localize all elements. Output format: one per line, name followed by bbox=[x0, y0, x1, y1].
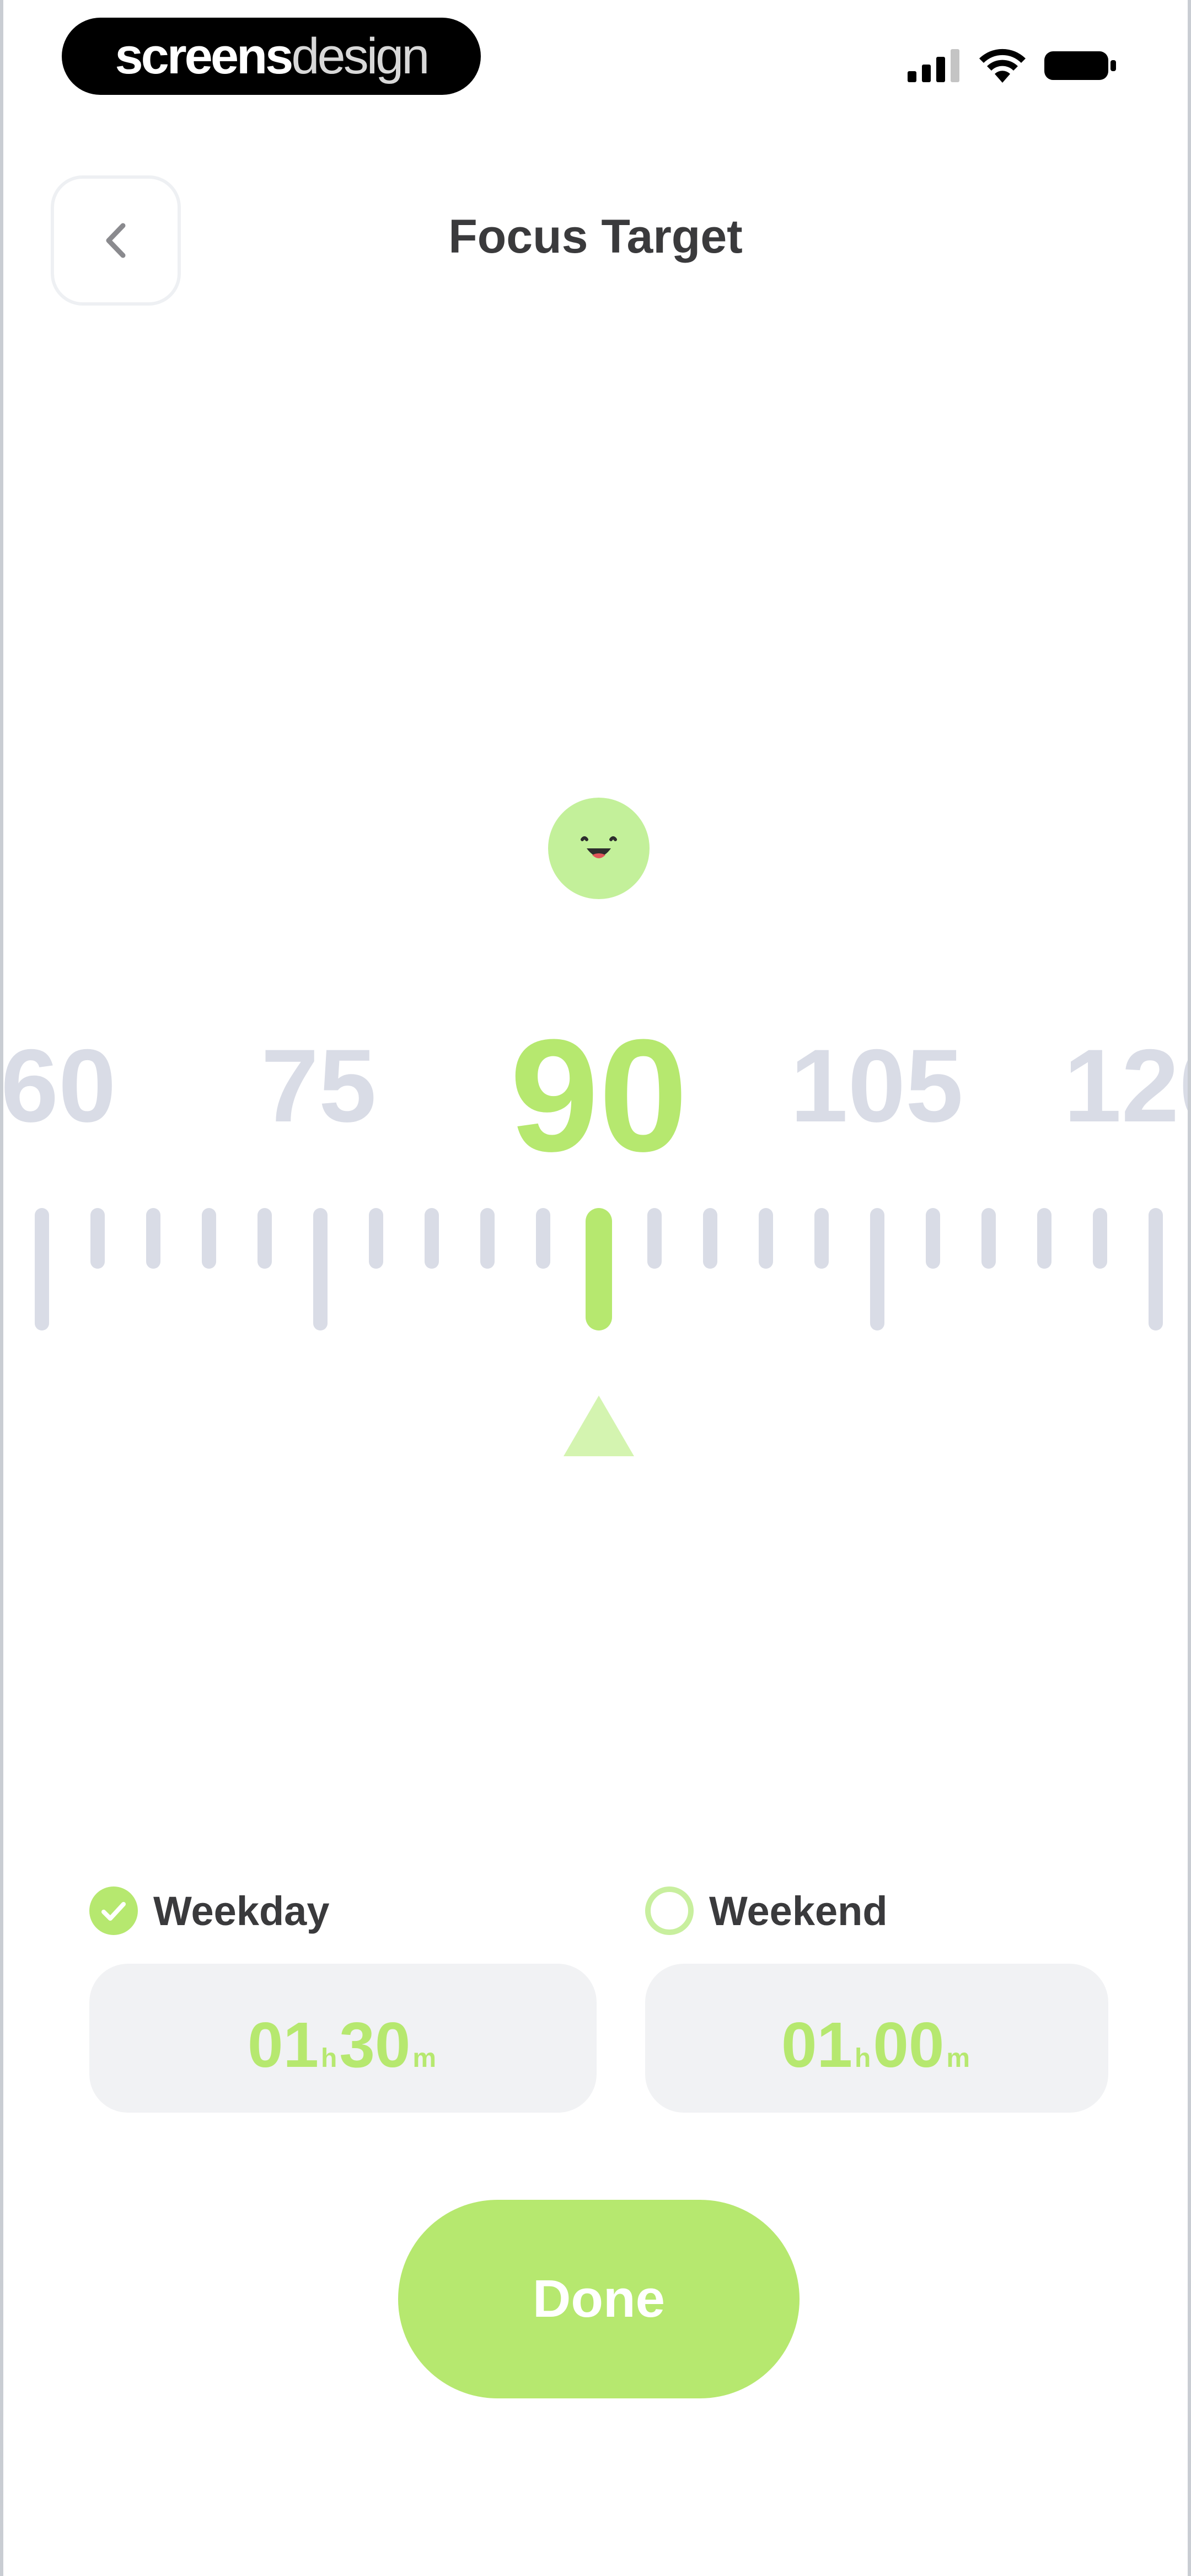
weekday-hours: 01 bbox=[247, 2009, 319, 2081]
weekend-option[interactable]: Weekend bbox=[645, 1886, 888, 1935]
weekend-label: Weekend bbox=[709, 1888, 888, 1934]
ruler-label-75[interactable]: 75 bbox=[261, 1026, 376, 1145]
weekend-time-field[interactable]: 01 h 00 m bbox=[645, 1964, 1108, 2113]
ruler-tick bbox=[313, 1208, 328, 1330]
weekend-minutes-unit: m bbox=[946, 2044, 970, 2073]
ruler-tick bbox=[146, 1208, 160, 1269]
brand-bold-text: screens bbox=[115, 28, 294, 84]
minute-ruler-labels[interactable]: 60 75 90 105 120 bbox=[3, 1006, 1188, 1185]
weekday-minutes: 30 bbox=[339, 2009, 411, 2081]
focus-target-screen: screens design Focus Target 60 75 90 105… bbox=[0, 0, 1191, 2576]
ruler-tick bbox=[870, 1208, 884, 1330]
brand-light-text: design bbox=[291, 28, 430, 84]
page-title: Focus Target bbox=[448, 210, 743, 263]
signal-icon bbox=[908, 49, 959, 82]
ruler-tick bbox=[257, 1208, 272, 1269]
ruler-tick bbox=[814, 1208, 829, 1269]
ruler-label-105[interactable]: 105 bbox=[790, 1026, 963, 1145]
ruler-tick bbox=[480, 1208, 495, 1269]
weekday-hours-unit: h bbox=[320, 2044, 337, 2073]
ruler-tick bbox=[647, 1208, 662, 1269]
battery-icon bbox=[1044, 51, 1116, 80]
ruler-tick bbox=[1093, 1208, 1107, 1269]
ruler-label-60[interactable]: 60 bbox=[3, 1026, 116, 1145]
check-icon bbox=[101, 1902, 126, 1921]
ruler-tick bbox=[1037, 1208, 1051, 1269]
ruler-tick bbox=[90, 1208, 105, 1269]
ruler-tick bbox=[369, 1208, 383, 1269]
weekday-label: Weekday bbox=[153, 1888, 330, 1934]
weekday-minutes-unit: m bbox=[412, 2044, 437, 2073]
smiley-face-icon bbox=[581, 836, 617, 858]
ruler-tick bbox=[703, 1208, 717, 1269]
wifi-icon bbox=[979, 49, 1026, 83]
minute-ruler-ticks[interactable] bbox=[3, 1208, 1188, 1340]
weekday-option[interactable]: Weekday bbox=[89, 1886, 330, 1935]
selection-pointer-icon bbox=[564, 1396, 634, 1456]
mascot-avatar bbox=[548, 798, 650, 899]
ruler-tick bbox=[35, 1208, 49, 1330]
ruler-tick bbox=[759, 1208, 773, 1269]
ruler-tick bbox=[425, 1208, 439, 1269]
done-button[interactable]: Done bbox=[398, 2200, 800, 2398]
ruler-tick bbox=[536, 1208, 550, 1269]
ruler-label-selected-90[interactable]: 90 bbox=[510, 1004, 688, 1188]
ruler-tick bbox=[926, 1208, 940, 1269]
weekend-hours: 01 bbox=[781, 2009, 852, 2081]
brand-logo: screens design bbox=[62, 18, 481, 95]
ruler-tick bbox=[981, 1208, 996, 1269]
weekend-radio-unchecked[interactable] bbox=[645, 1886, 694, 1935]
ruler-tick-selected bbox=[586, 1208, 612, 1330]
weekday-time-field[interactable]: 01 h 30 m bbox=[89, 1964, 597, 2113]
ruler-tick bbox=[1149, 1208, 1163, 1330]
status-icons bbox=[908, 49, 1116, 83]
ruler-tick bbox=[202, 1208, 216, 1269]
weekday-radio-checked[interactable] bbox=[89, 1886, 138, 1935]
weekend-hours-unit: h bbox=[854, 2044, 871, 2073]
ruler-label-120[interactable]: 120 bbox=[1064, 1026, 1188, 1145]
weekend-minutes: 00 bbox=[873, 2009, 945, 2081]
